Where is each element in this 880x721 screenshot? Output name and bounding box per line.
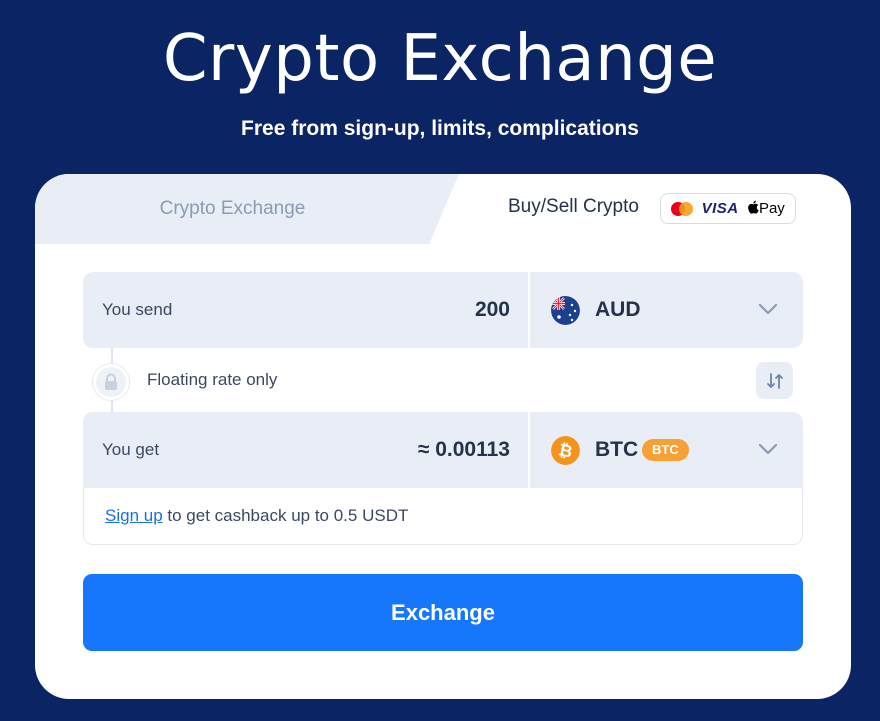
visa-logo: VISA bbox=[701, 200, 739, 217]
get-currency-select[interactable]: BTC bbox=[595, 412, 638, 488]
send-currency-select[interactable]: AUD bbox=[595, 272, 641, 348]
apple-pay-logo: Pay bbox=[747, 200, 785, 217]
tab-crypto-exchange-label[interactable]: Crypto Exchange bbox=[35, 174, 430, 244]
sign-up-link[interactable]: Sign up bbox=[105, 506, 163, 525]
australia-flag-icon bbox=[551, 296, 580, 325]
page-subtitle: Free from sign-up, limits, complications bbox=[241, 117, 639, 140]
cashback-text: to get cashback up to 0.5 USDT bbox=[162, 506, 409, 525]
page-title: Crypto Exchange bbox=[162, 22, 718, 96]
payment-methods[interactable]: VISA Pay bbox=[660, 193, 796, 224]
divider bbox=[528, 412, 530, 488]
chevron-down-icon[interactable] bbox=[758, 441, 778, 457]
tab-buy-sell-crypto[interactable]: Buy/Sell Crypto bbox=[508, 196, 639, 218]
send-amount-input[interactable]: 200 bbox=[475, 272, 510, 348]
get-label: You get bbox=[102, 440, 160, 459]
network-badge: BTC bbox=[642, 439, 689, 461]
bitcoin-icon: ₿ bbox=[551, 436, 580, 465]
swap-button[interactable] bbox=[756, 362, 793, 399]
exchange-button[interactable]: Exchange bbox=[83, 574, 803, 651]
swap-icon bbox=[766, 372, 783, 389]
mastercard-icon bbox=[671, 201, 694, 216]
lock-icon bbox=[105, 373, 117, 390]
apple-icon bbox=[748, 200, 759, 214]
floating-rate-label: Floating rate only bbox=[147, 370, 278, 389]
get-row: You get ≈ 0.00113 ₿ BTC BTC bbox=[83, 412, 803, 488]
chevron-down-icon[interactable] bbox=[758, 301, 778, 317]
rate-row: Floating rate only bbox=[83, 348, 803, 412]
get-amount: ≈ 0.00113 bbox=[417, 438, 510, 461]
lock-toggle[interactable] bbox=[93, 364, 129, 400]
divider bbox=[528, 272, 530, 348]
send-label: You send bbox=[102, 300, 173, 319]
cashback-notice: Sign up to get cashback up to 0.5 USDT bbox=[83, 488, 803, 545]
send-row: You send 200 AUD bbox=[83, 272, 803, 348]
exchange-card: Crypto Exchange Buy/Sell Crypto VISA Pay… bbox=[35, 174, 851, 699]
